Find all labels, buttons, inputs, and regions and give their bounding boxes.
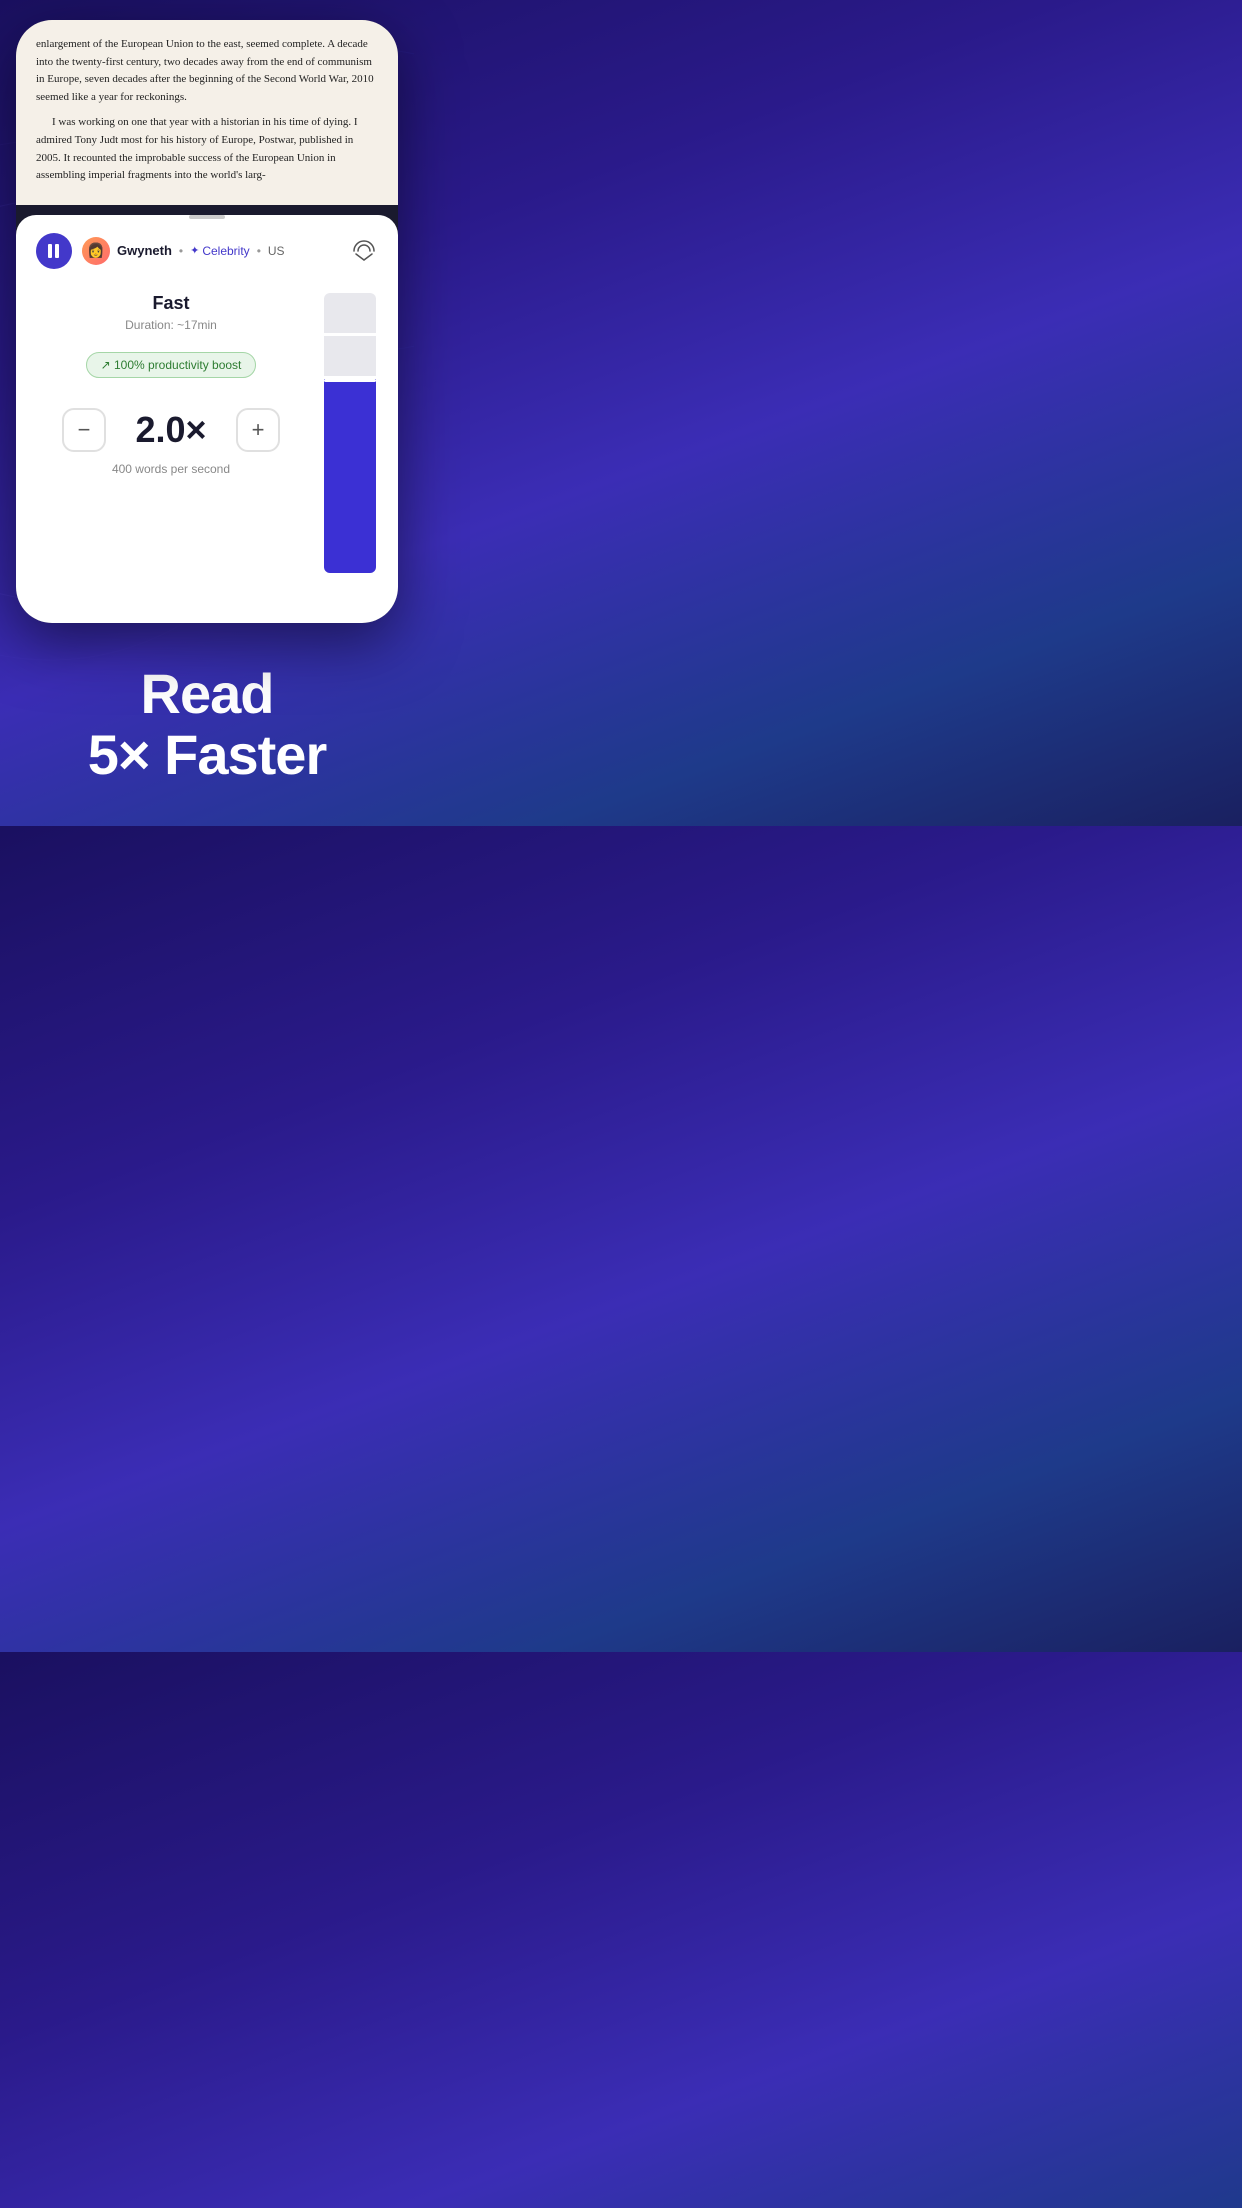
speed-controls: − 2.0× + [36,408,306,452]
slider-thumb [324,379,376,382]
slider-active-segment [324,379,376,573]
speed-info: Fast Duration: ~17min ↗ 100% productivit… [36,293,306,476]
slider-mid-segment [324,336,376,376]
sparkle-icon: ✦ [190,244,199,257]
voice-name: Gwyneth [117,243,172,258]
airplay-button[interactable] [350,237,378,265]
productivity-text: ↗ 100% productivity boost [101,358,242,372]
speed-title: Fast [36,293,306,314]
book-paragraph-2: I was working on one that year with a hi… [36,114,378,184]
voice-region: US [268,244,285,258]
dot-separator-1: • [179,244,183,258]
words-per-second: 400 words per second [36,462,306,476]
dot-separator-2: • [257,244,261,258]
book-paragraph-1: enlargement of the European Union to the… [36,36,378,106]
speed-slider[interactable] [322,293,378,573]
voice-tag: ✦ Celebrity [190,244,250,258]
bottom-tagline: Read 5× Faster [0,623,414,826]
book-text-area: enlargement of the European Union to the… [16,20,398,205]
pause-icon [48,244,60,258]
phone-frame: enlargement of the European Union to the… [16,20,398,623]
pause-button[interactable] [36,233,72,269]
slider-top-segment [324,293,376,333]
increase-speed-button[interactable]: + [236,408,280,452]
tagline-line1: Read 5× Faster [20,663,394,786]
speed-value: 2.0× [126,409,216,451]
avatar: 👩 [82,237,110,265]
voice-bar: 👩 Gwyneth • ✦ Celebrity • US [36,219,378,283]
phone-container: enlargement of the European Union to the… [0,0,414,623]
slider-track [324,293,376,573]
voice-info[interactable]: 👩 Gwyneth • ✦ Celebrity • US [82,237,340,265]
speed-duration: Duration: ~17min [36,318,306,332]
speed-section: Fast Duration: ~17min ↗ 100% productivit… [36,283,378,593]
bottom-panel: 👩 Gwyneth • ✦ Celebrity • US [16,215,398,623]
decrease-speed-button[interactable]: − [62,408,106,452]
productivity-badge: ↗ 100% productivity boost [86,352,257,378]
